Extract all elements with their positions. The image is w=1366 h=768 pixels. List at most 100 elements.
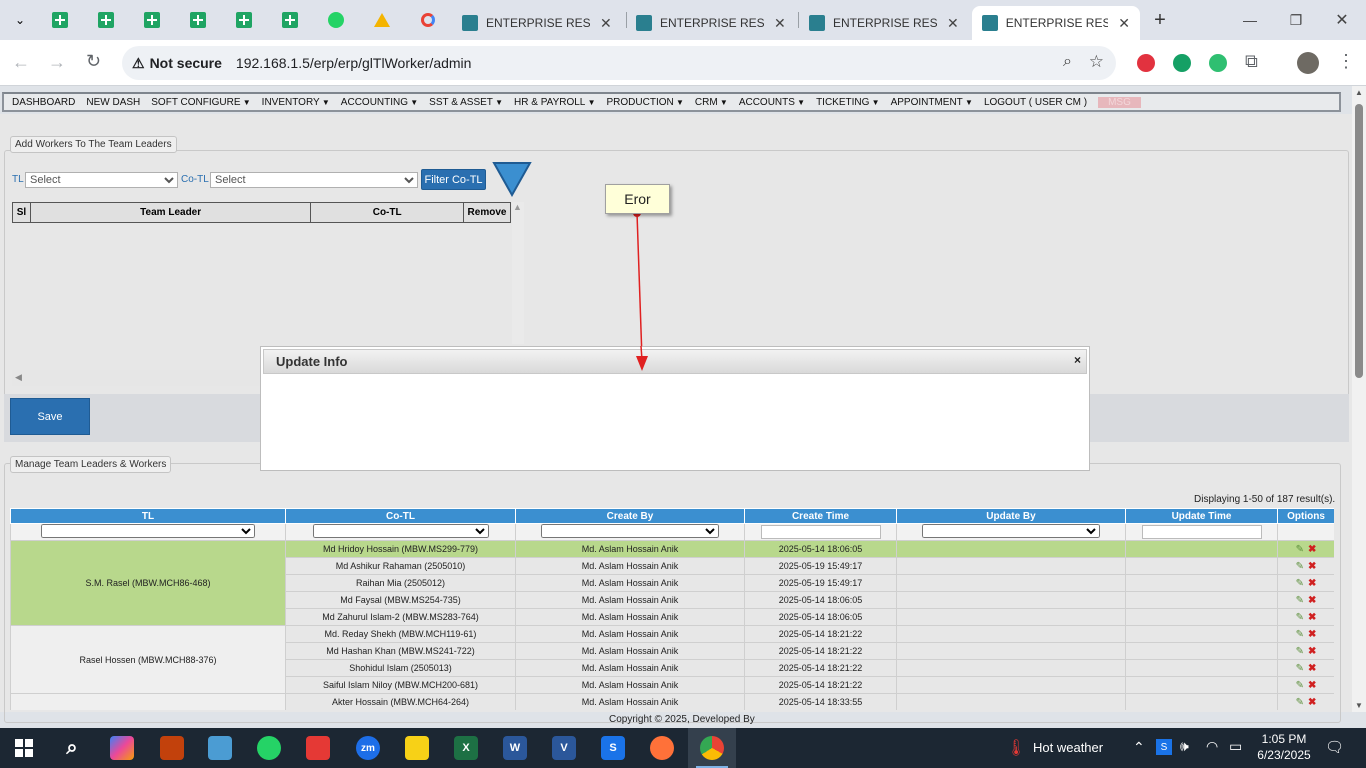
edit-pencil-icon[interactable]: ✎ [1296, 663, 1304, 674]
wifi-icon[interactable]: ◠ [1206, 738, 1218, 755]
edit-pencil-icon[interactable]: ✎ [1296, 578, 1304, 589]
tray-skype-icon[interactable]: S [1156, 739, 1172, 755]
table-horizontal-scrollbar[interactable]: ◀ [12, 370, 262, 386]
edit-pencil-icon[interactable]: ✎ [1296, 680, 1304, 691]
weather-text[interactable]: Hot weather [1033, 740, 1103, 755]
whatsapp-pinned-icon[interactable] [324, 8, 348, 32]
edit-pencil-icon[interactable]: ✎ [1296, 561, 1304, 572]
zoom-icon[interactable]: zm [356, 736, 380, 760]
clock-time[interactable]: 1:05 PM [1254, 732, 1314, 746]
excel-icon[interactable]: X [454, 736, 478, 760]
filter-create-time-input[interactable] [760, 525, 881, 539]
cotl-select[interactable]: Select [210, 172, 418, 188]
col-create-by[interactable]: Create By [515, 508, 745, 524]
firefox-icon[interactable] [650, 736, 674, 760]
menu-hr-payroll[interactable]: HR & PAYROLL [514, 97, 595, 108]
window-minimize-icon[interactable]: — [1238, 8, 1262, 32]
delete-x-icon[interactable]: ✖ [1308, 578, 1316, 589]
tab-close-icon[interactable]: ✕ [600, 15, 612, 32]
files-icon[interactable] [208, 736, 232, 760]
delete-x-icon[interactable]: ✖ [1308, 612, 1316, 623]
browser-tab-active[interactable]: ENTERPRISE RESOU ✕ [972, 6, 1140, 40]
app-icon[interactable] [160, 736, 184, 760]
google-sheets-pinned-icon[interactable] [94, 8, 118, 32]
bookmark-star-icon[interactable]: ☆ [1089, 52, 1104, 72]
google-drive-pinned-icon[interactable] [370, 8, 394, 32]
url-text[interactable]: 192.168.1.5/erp/erp/glTlWorker/admin [236, 55, 472, 71]
app-pinned-icon[interactable] [416, 8, 440, 32]
delete-x-icon[interactable]: ✖ [1308, 629, 1316, 640]
search-icon[interactable]: ⌕ [60, 736, 84, 760]
menu-inventory[interactable]: INVENTORY [262, 97, 330, 108]
col-update-time[interactable]: Update Time [1125, 508, 1278, 524]
edit-pencil-icon[interactable]: ✎ [1296, 646, 1304, 657]
new-tab-plus-icon[interactable]: + [1148, 8, 1172, 32]
forward-arrow-icon[interactable]: → [48, 52, 66, 73]
grammarly-icon[interactable] [1173, 54, 1191, 72]
filter-update-time-input[interactable] [1141, 525, 1262, 539]
col-tl[interactable]: TL [10, 508, 286, 524]
menu-logout[interactable]: LOGOUT ( USER CM ) [984, 97, 1087, 108]
page-vertical-scrollbar[interactable]: ▲ ▼ [1352, 86, 1366, 712]
volume-icon[interactable]: 🕪 [1180, 738, 1189, 755]
menu-accounting[interactable]: ACCOUNTING [341, 97, 418, 108]
reload-icon[interactable]: ↻ [86, 51, 101, 72]
table-vertical-scrollbar[interactable]: ▲ [512, 202, 524, 344]
delete-x-icon[interactable]: ✖ [1308, 646, 1316, 657]
browser-menu-kebab-icon[interactable]: ⋮ [1337, 51, 1355, 72]
scroll-left-arrow-icon[interactable]: ◀ [15, 372, 22, 383]
menu-sst-asset[interactable]: SST & ASSET [429, 97, 503, 108]
col-cotl[interactable]: Co-TL [285, 508, 516, 524]
back-arrow-icon[interactable]: ← [12, 52, 30, 73]
tray-chevron-up-icon[interactable]: ⌃ [1133, 739, 1145, 756]
chrome-taskbar-active[interactable] [688, 728, 736, 768]
menu-crm[interactable]: CRM [695, 97, 728, 108]
google-sheets-pinned-icon[interactable] [140, 8, 164, 32]
menu-production[interactable]: PRODUCTION [607, 97, 684, 108]
edit-pencil-icon[interactable]: ✎ [1296, 697, 1304, 708]
dialog-close-icon[interactable]: × [1074, 353, 1081, 367]
browser-tab[interactable]: ENTERPRISE RESOU ✕ [799, 6, 971, 40]
edit-pencil-icon[interactable]: ✎ [1296, 629, 1304, 640]
menu-ticketing[interactable]: TICKETING [816, 97, 879, 108]
table-row[interactable]: S.M. Rasel (MBW.MCH86-468) Md Hridoy Hoss… [10, 540, 1334, 626]
edit-pencil-icon[interactable]: ✎ [1296, 612, 1304, 623]
browser-tab[interactable]: ENTERPRISE RESOU ✕ [626, 6, 798, 40]
delete-x-icon[interactable]: ✖ [1308, 697, 1316, 708]
filter-create-by-select[interactable] [541, 524, 719, 538]
address-bar[interactable]: ⚠ Not secure 192.168.1.5/erp/erp/glTlWor… [122, 46, 1116, 80]
delete-x-icon[interactable]: ✖ [1308, 680, 1316, 691]
scrollbar-thumb[interactable] [1355, 104, 1363, 378]
google-sheets-pinned-icon[interactable] [48, 8, 72, 32]
google-sheets-pinned-icon[interactable] [186, 8, 210, 32]
tl-select[interactable]: Select [25, 172, 178, 188]
notification-center-icon[interactable]: 🗨 [1325, 738, 1344, 756]
delete-x-icon[interactable]: ✖ [1308, 595, 1316, 606]
col-update-by[interactable]: Update By [896, 508, 1126, 524]
col-create-time[interactable]: Create Time [744, 508, 897, 524]
word-icon[interactable]: W [503, 736, 527, 760]
scroll-up-arrow-icon[interactable]: ▲ [1355, 88, 1363, 97]
extensions-puzzle-icon[interactable]: ⧉ [1245, 51, 1258, 72]
save-button[interactable]: Save [10, 398, 90, 435]
delete-x-icon[interactable]: ✖ [1308, 544, 1316, 555]
scroll-down-arrow-icon[interactable]: ▼ [1355, 701, 1363, 710]
anydesk-icon[interactable] [306, 736, 330, 760]
menu-accounts[interactable]: ACCOUNTS [739, 97, 805, 108]
clock-date[interactable]: 6/23/2025 [1254, 748, 1314, 762]
google-sheets-pinned-icon[interactable] [278, 8, 302, 32]
table-row[interactable]: Rasel Hossen (MBW.MCH88-376) Md. Reday Sh… [10, 625, 1334, 694]
tab-close-icon[interactable]: ✕ [774, 15, 786, 32]
browser-tab[interactable]: ENTERPRISE RESOU ✕ [452, 6, 624, 40]
windows-start-icon[interactable] [12, 736, 36, 760]
extension-red-icon[interactable] [1137, 54, 1155, 72]
filter-triangle-icon[interactable] [492, 161, 532, 197]
whatsapp-icon[interactable] [257, 736, 281, 760]
filter-update-by-select[interactable] [922, 524, 1100, 538]
window-close-icon[interactable]: ✕ [1330, 8, 1354, 32]
filter-cotl-select[interactable] [312, 524, 489, 538]
sticky-notes-icon[interactable] [405, 736, 429, 760]
security-indicator[interactable]: ⚠ Not secure [132, 55, 222, 72]
menu-dashboard[interactable]: DASHBOARD [12, 97, 75, 108]
profile-avatar[interactable] [1297, 52, 1319, 74]
